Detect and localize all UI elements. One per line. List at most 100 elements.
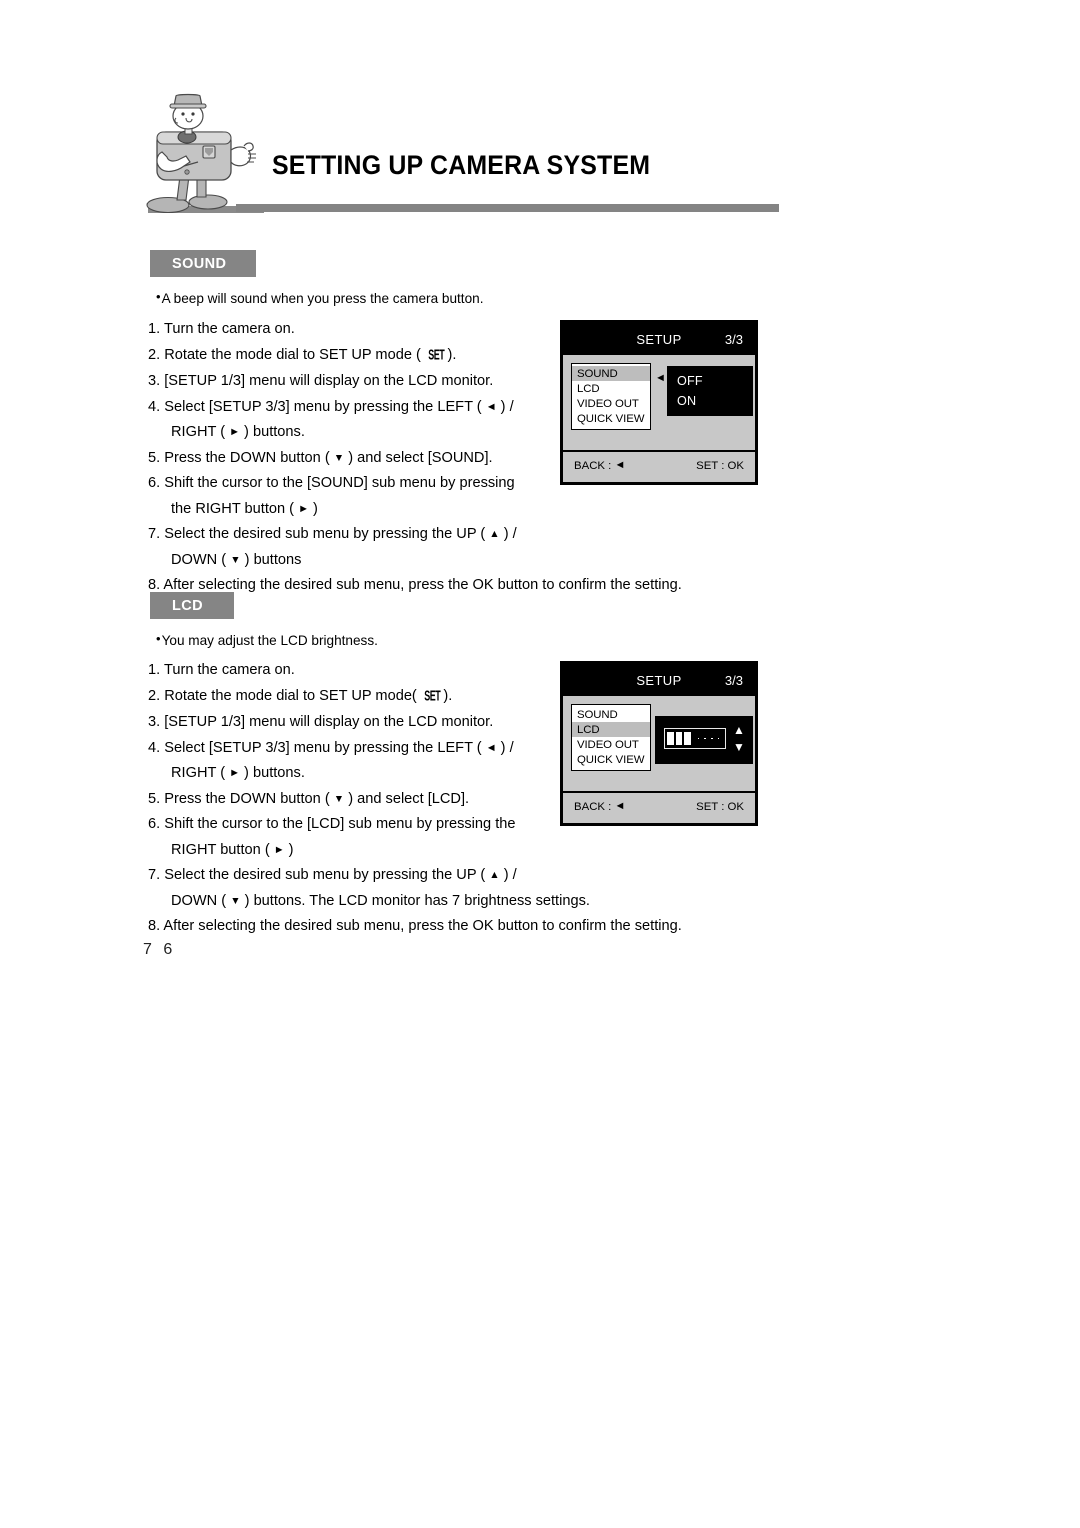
screen-titlebar: SETUP 3/3 — [563, 664, 755, 696]
step-text-post: ) buttons. — [240, 765, 305, 781]
screen-submenu-sound[interactable]: OFF ON — [667, 366, 753, 416]
step-text: Select the desired sub menu by pressing … — [164, 867, 490, 883]
down-arrow-icon: ▼ — [230, 553, 241, 566]
page-header: SETTING UP CAMERA SYSTEM — [140, 92, 800, 222]
lcd-bullet-text: •You may adjust the LCD brightness. — [156, 631, 378, 648]
step-text: [SETUP 1/3] menu will display on the LCD… — [164, 714, 494, 730]
step-number: 8. — [148, 577, 161, 593]
step-number: 2. — [148, 346, 161, 363]
step-number: 1. — [148, 662, 161, 678]
menu-item-lcd[interactable]: LCD — [572, 381, 650, 396]
brightness-up-arrow-icon[interactable]: ▲ — [731, 722, 747, 739]
sound-bullet-text: •A beep will sound when you press the ca… — [156, 289, 483, 306]
step-text: Rotate the mode dial to SET UP mode ( — [164, 346, 425, 363]
step-text: Rotate the mode dial to SET UP mode( — [164, 687, 421, 704]
brightness-slider[interactable] — [664, 728, 726, 749]
step-number: 5. — [148, 449, 161, 466]
step-text: DOWN ( — [171, 551, 231, 568]
step-number: 7. — [148, 526, 161, 542]
screen-menu-list[interactable]: SOUND LCD VIDEO OUT QUICK VIEW — [571, 363, 651, 430]
step-number: 8. — [148, 918, 161, 934]
step-number: 3. — [148, 714, 161, 730]
brightness-bar — [684, 732, 691, 745]
set-ok-hint: SET : OK — [696, 460, 744, 472]
step-text-post: ). — [447, 346, 457, 363]
step-text: [SETUP 1/3] menu will display on the LCD… — [164, 373, 494, 389]
step-text: RIGHT button ( — [171, 841, 274, 858]
step-text-post: ) / — [496, 739, 514, 756]
right-arrow-icon: ► — [273, 843, 285, 856]
up-arrow-icon: ▲ — [489, 528, 500, 540]
set-mode-icon: SET — [428, 347, 445, 363]
menu-item-quick-view[interactable]: QUICK VIEW — [572, 411, 650, 426]
back-label: BACK : — [574, 801, 612, 813]
step-number: 5. — [148, 790, 161, 807]
step-text: Shift the cursor to the [SOUND] sub menu… — [164, 475, 515, 491]
brightness-arrows[interactable]: ▲ ▼ — [731, 722, 747, 758]
down-arrow-icon: ▼ — [333, 792, 345, 805]
bullet-dot-icon: • — [156, 289, 161, 304]
submenu-cursor-icon: ◄ — [655, 372, 666, 384]
step-text: Shift the cursor to the [LCD] sub menu b… — [164, 816, 516, 832]
step-text-post: ) — [308, 500, 318, 517]
set-mode-icon: SET — [424, 688, 441, 704]
lcd-screen-brightness: SETUP 3/3 SOUND LCD VIDEO OUT QUICK VIEW… — [560, 661, 758, 826]
screen-page-indicator: 3/3 — [724, 332, 743, 347]
step-number: 6. — [148, 816, 161, 832]
step-item: 7. Select the desired sub menu by pressi… — [148, 863, 768, 914]
step-number: 4. — [148, 398, 161, 415]
step-text-post: ) / — [499, 867, 517, 883]
step-item: 8. After selecting the desired sub menu,… — [148, 573, 768, 599]
step-text: After selecting the desired sub menu, pr… — [163, 577, 682, 593]
screen-page-indicator: 3/3 — [724, 673, 743, 688]
sound-bullet-label: A beep will sound when you press the cam… — [161, 291, 484, 306]
title-rule — [236, 204, 779, 212]
submenu-option-on[interactable]: ON — [677, 391, 753, 411]
section-chip-sound: SOUND — [150, 250, 256, 277]
up-arrow-icon: ▲ — [489, 869, 500, 881]
menu-item-sound[interactable]: SOUND — [572, 707, 650, 722]
step-text-post: ) / — [499, 526, 517, 542]
section-chip-lcd: LCD — [150, 592, 234, 619]
screen-menu-list[interactable]: SOUND LCD VIDEO OUT QUICK VIEW — [571, 704, 651, 771]
back-hint: BACK : ◄ — [574, 800, 626, 814]
camera-mascot-icon — [146, 93, 264, 214]
bullet-dot-icon: • — [156, 631, 161, 646]
page-number: 7 6 — [143, 941, 176, 958]
back-hint: BACK : ◄ — [574, 460, 625, 473]
lcd-bullet-label: You may adjust the LCD brightness. — [161, 633, 378, 648]
step-text: Turn the camera on. — [163, 321, 295, 337]
screen-submenu-brightness[interactable]: ▲ ▼ — [655, 716, 753, 764]
step-number: 2. — [148, 687, 161, 704]
menu-item-sound[interactable]: SOUND — [572, 366, 650, 381]
submenu-option-off[interactable]: OFF — [677, 371, 753, 391]
step-text: RIGHT ( — [171, 765, 230, 781]
page-title: SETTING UP CAMERA SYSTEM — [272, 150, 651, 180]
back-label: BACK : — [574, 460, 612, 472]
step-text-post: ) and select [SOUND]. — [344, 449, 493, 466]
brightness-dot — [704, 737, 706, 740]
brightness-down-arrow-icon[interactable]: ▼ — [731, 739, 747, 756]
menu-item-video-out[interactable]: VIDEO OUT — [572, 396, 650, 411]
step-text: Select the desired sub menu by pressing … — [164, 526, 490, 542]
screen-bottombar: BACK : ◄ SET : OK — [563, 450, 755, 482]
step-text: Turn the camera on. — [163, 662, 295, 678]
set-ok-hint: SET : OK — [696, 801, 744, 813]
menu-item-video-out[interactable]: VIDEO OUT — [572, 737, 650, 752]
step-text-post: ) and select [LCD]. — [344, 790, 470, 807]
right-arrow-icon: ► — [298, 502, 309, 515]
step-text-post: ). — [443, 687, 453, 704]
step-text: the RIGHT button ( — [171, 500, 299, 517]
step-text: Press the DOWN button ( — [164, 790, 334, 807]
left-arrow-icon: ◄ — [485, 400, 497, 413]
step-text-post: ) / — [496, 398, 514, 415]
step-continuation: RIGHT button ( ► ) — [148, 838, 768, 864]
back-left-arrow-icon: ◄ — [614, 800, 626, 812]
down-arrow-icon: ▼ — [230, 894, 241, 907]
menu-item-quick-view[interactable]: QUICK VIEW — [572, 752, 650, 767]
screen-titlebar: SETUP 3/3 — [563, 323, 755, 355]
step-text: RIGHT ( — [171, 424, 230, 440]
step-text-post: ) — [284, 841, 294, 858]
step-number: 1. — [148, 321, 161, 337]
menu-item-lcd[interactable]: LCD — [572, 722, 650, 737]
